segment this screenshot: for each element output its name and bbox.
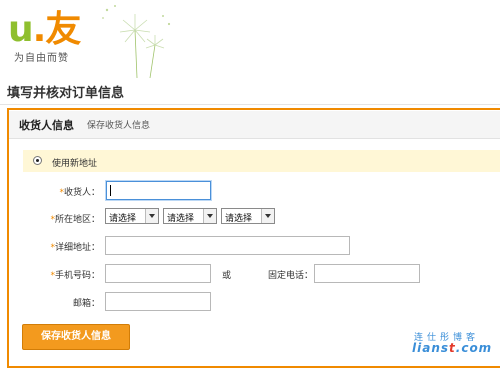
save-consignee-link[interactable]: 保存收货人信息 xyxy=(87,118,150,131)
header-divider xyxy=(0,104,500,105)
panel-header xyxy=(9,111,500,139)
address-label: *详细地址： xyxy=(50,243,100,253)
logo-dot: . xyxy=(32,9,47,50)
mobile-input[interactable] xyxy=(105,264,211,283)
chevron-down-icon xyxy=(145,209,158,223)
phone-label: 固定电话： xyxy=(268,271,314,281)
district-select[interactable]: 请选择 xyxy=(221,208,275,224)
province-select[interactable]: 请选择 xyxy=(105,208,159,224)
save-consignee-button[interactable]: 保存收货人信息 xyxy=(22,324,130,350)
chevron-down-icon xyxy=(261,209,274,223)
region-label: *所在地区： xyxy=(50,215,100,225)
consignee-input[interactable] xyxy=(106,181,211,200)
watermark: lianst.com xyxy=(412,341,493,355)
new-address-label: 使用新地址 xyxy=(52,159,98,169)
or-label: 或 xyxy=(222,271,232,281)
consignee-label: *收货人： xyxy=(59,188,100,198)
new-address-radio[interactable] xyxy=(33,156,42,165)
phone-input[interactable] xyxy=(314,264,420,283)
logo-character: 友 xyxy=(45,9,81,50)
address-input[interactable] xyxy=(105,236,350,255)
logo-tagline: 为自由而赞 xyxy=(14,53,69,64)
dandelion-decoration-icon xyxy=(102,5,171,79)
email-label: 邮箱： xyxy=(72,299,100,309)
page-title: 填写并核对订单信息 xyxy=(7,86,125,101)
email-input[interactable] xyxy=(105,292,211,311)
city-select[interactable]: 请选择 xyxy=(163,208,217,224)
logo-letter: u xyxy=(8,9,34,50)
site-logo[interactable]: u.友 xyxy=(8,9,81,50)
mobile-label: *手机号码： xyxy=(50,271,100,281)
panel-title: 收货人信息 xyxy=(19,119,74,132)
chevron-down-icon xyxy=(203,209,216,223)
